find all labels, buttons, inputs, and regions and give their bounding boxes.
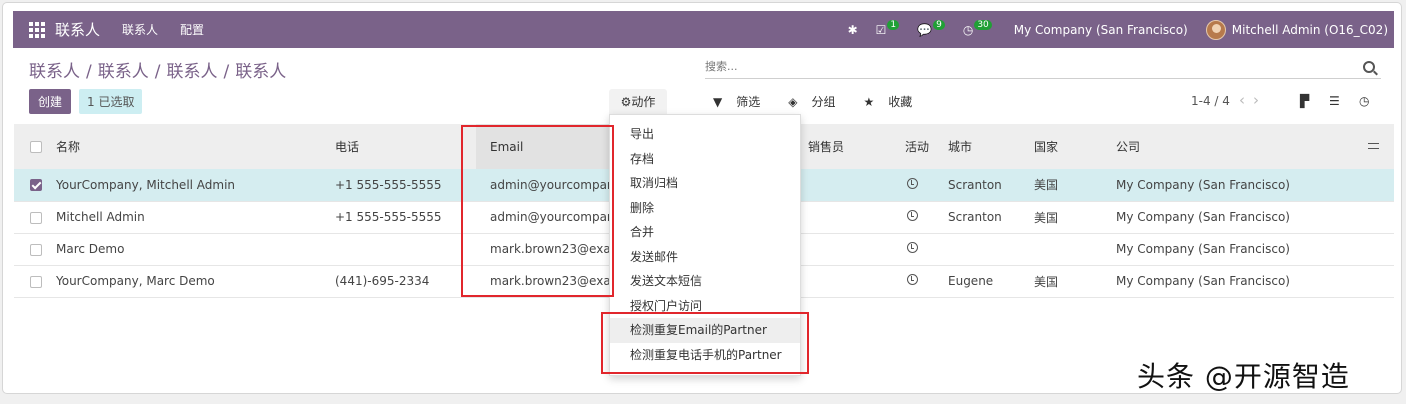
cell-city: Scranton [948,177,1002,192]
menu-item-archive[interactable]: 存档 [610,147,800,172]
clock-icon: ◷ [962,22,974,37]
messages-systray[interactable]: 💬 9 [917,19,945,37]
action-button[interactable]: ⚙ 动作 [609,89,667,114]
menu-item-merge[interactable]: 合并 [610,220,800,245]
cell-country [1031,233,1113,265]
activity-clock-icon[interactable] [907,274,918,285]
cell-company: My Company (San Francisco) [1116,242,1290,256]
user-avatar[interactable] [1205,19,1226,40]
cell-phone [321,233,476,265]
cell-name: Mitchell Admin [56,210,145,224]
menu-item-detect-duplicate-email[interactable]: 检测重复Email的Partner [610,318,800,343]
create-button[interactable]: 创建 [29,89,72,114]
layers-icon: ◈ [788,95,798,109]
filter-button[interactable]: ▼ 筛选 [713,93,774,110]
search-options: ▼ 筛选 ◈ 分组 ★ 收藏 [713,93,940,110]
menu-item-send-sms[interactable]: 发送文本短信 [610,269,800,294]
menu-item-unarchive[interactable]: 取消归档 [610,171,800,196]
watermark-text: 头条 @开源智造 [1137,360,1350,393]
cell-phone: +1 555-555-5555 [335,177,442,192]
menu-item-delete[interactable]: 删除 [610,196,800,221]
list-view-icon[interactable]: ☰ [1329,94,1340,108]
cell-name: YourCompany, Marc Demo [56,274,215,288]
messages-count-badge: 9 [933,19,945,30]
chevron-left-icon[interactable]: ‹ [1239,91,1253,109]
row-checkbox[interactable] [30,275,42,288]
pager-arrows: ‹› [1239,91,1267,109]
cell-city [945,233,1031,265]
activity-clock-icon[interactable] [907,242,918,253]
optional-columns-icon[interactable] [1368,141,1379,151]
row-checkbox[interactable] [30,179,42,192]
search-icon[interactable] [1363,60,1375,73]
app-window: 联系人 联系人 配置 ✱ ☑ 1 💬 9 ◷ 30 My Company (Sa… [2,2,1402,394]
menu-item-export[interactable]: 导出 [610,122,800,147]
breadcrumb-item[interactable]: 联系人 [29,62,80,82]
favorites-button[interactable]: ★ 收藏 [864,93,927,110]
chat-icon: 💬 [917,22,933,37]
menu-configuration[interactable]: 配置 [180,21,204,38]
cell-email: admin@yourcompany.example.com [490,177,615,192]
cell-city: Scranton [948,210,1002,224]
activity-clock-icon[interactable] [907,210,918,221]
top-navbar: 联系人 联系人 配置 ✱ ☑ 1 💬 9 ◷ 30 My Company (Sa… [13,11,1394,48]
clock-count-badge: 30 [974,19,992,30]
selected-count[interactable]: 1 已选取 [79,89,143,114]
cell-email: mark.brown23@example.com [490,242,615,256]
cell-email: admin@yourcompany.example.com [490,210,615,224]
column-company[interactable]: 公司 [1113,124,1368,169]
kanban-view-icon[interactable]: ▛ [1300,94,1309,108]
column-phone[interactable]: 电话 [321,124,476,169]
cell-name: YourCompany, Mitchell Admin [56,177,236,192]
activity-count-badge: 1 [887,19,900,30]
cell-email: mark.brown23@example.com [490,274,615,288]
activity-icon: ☑ [875,22,887,37]
search-input[interactable] [705,60,1363,73]
menu-item-grant-portal[interactable]: 授权门户访问 [610,294,800,319]
cell-phone: (441)-695-2334 [335,274,430,288]
apps-menu-icon[interactable] [29,21,45,38]
group-by-button[interactable]: ◈ 分组 [788,93,849,110]
cell-country: 美国 [1034,210,1059,225]
cell-country: 美国 [1034,274,1059,289]
row-checkbox[interactable] [30,243,42,256]
app-name[interactable]: 联系人 [55,19,100,40]
chevron-right-icon[interactable]: › [1253,91,1267,109]
gear-icon: ⚙ [620,94,632,109]
breadcrumb: 联系人 / 联系人 / 联系人 / 联系人 [29,62,287,82]
activity-systray[interactable]: ☑ 1 [875,19,900,37]
column-email[interactable]: Email [476,124,615,169]
cell-company: My Company (San Francisco) [1116,177,1290,192]
breadcrumb-current: 联系人 [235,62,287,82]
column-city[interactable]: 城市 [945,124,1031,169]
cell-company: My Company (San Francisco) [1116,274,1290,288]
star-icon: ★ [863,95,875,109]
activity-view-icon[interactable]: ◷ [1359,94,1369,108]
column-activity[interactable]: 活动 [897,124,945,169]
pager-value[interactable]: 1-4 / 4 [1191,94,1230,108]
search-bar [705,55,1381,79]
cell-city: Eugene [948,274,994,288]
column-country[interactable]: 国家 [1031,124,1113,169]
menu-item-detect-duplicate-phone[interactable]: 检测重复电话手机的Partner [610,343,800,368]
user-menu[interactable]: Mitchell Admin (O16_C02) [1232,23,1388,37]
cell-name: Marc Demo [56,242,125,256]
cell-country: 美国 [1034,178,1059,193]
select-all-checkbox[interactable] [30,141,42,153]
breadcrumb-item[interactable]: 联系人 [166,62,217,82]
activity-clock-icon[interactable] [907,177,918,189]
bug-icon[interactable]: ✱ [848,23,858,37]
row-checkbox[interactable] [30,211,42,224]
action-dropdown-menu: 导出 存档 取消归档 删除 合并 发送邮件 发送文本短信 授权门户访问 检测重复… [609,114,801,376]
filter-icon: ▼ [713,95,723,109]
clock-systray[interactable]: ◷ 30 [962,19,992,37]
breadcrumb-item[interactable]: 联系人 [98,62,149,82]
company-switcher[interactable]: My Company (San Francisco) [1014,23,1188,37]
column-name[interactable]: 名称 [44,124,321,169]
menu-contacts[interactable]: 联系人 [122,21,158,38]
cell-company: My Company (San Francisco) [1116,210,1290,224]
cell-phone: +1 555-555-5555 [335,210,442,224]
menu-item-send-email[interactable]: 发送邮件 [610,245,800,270]
